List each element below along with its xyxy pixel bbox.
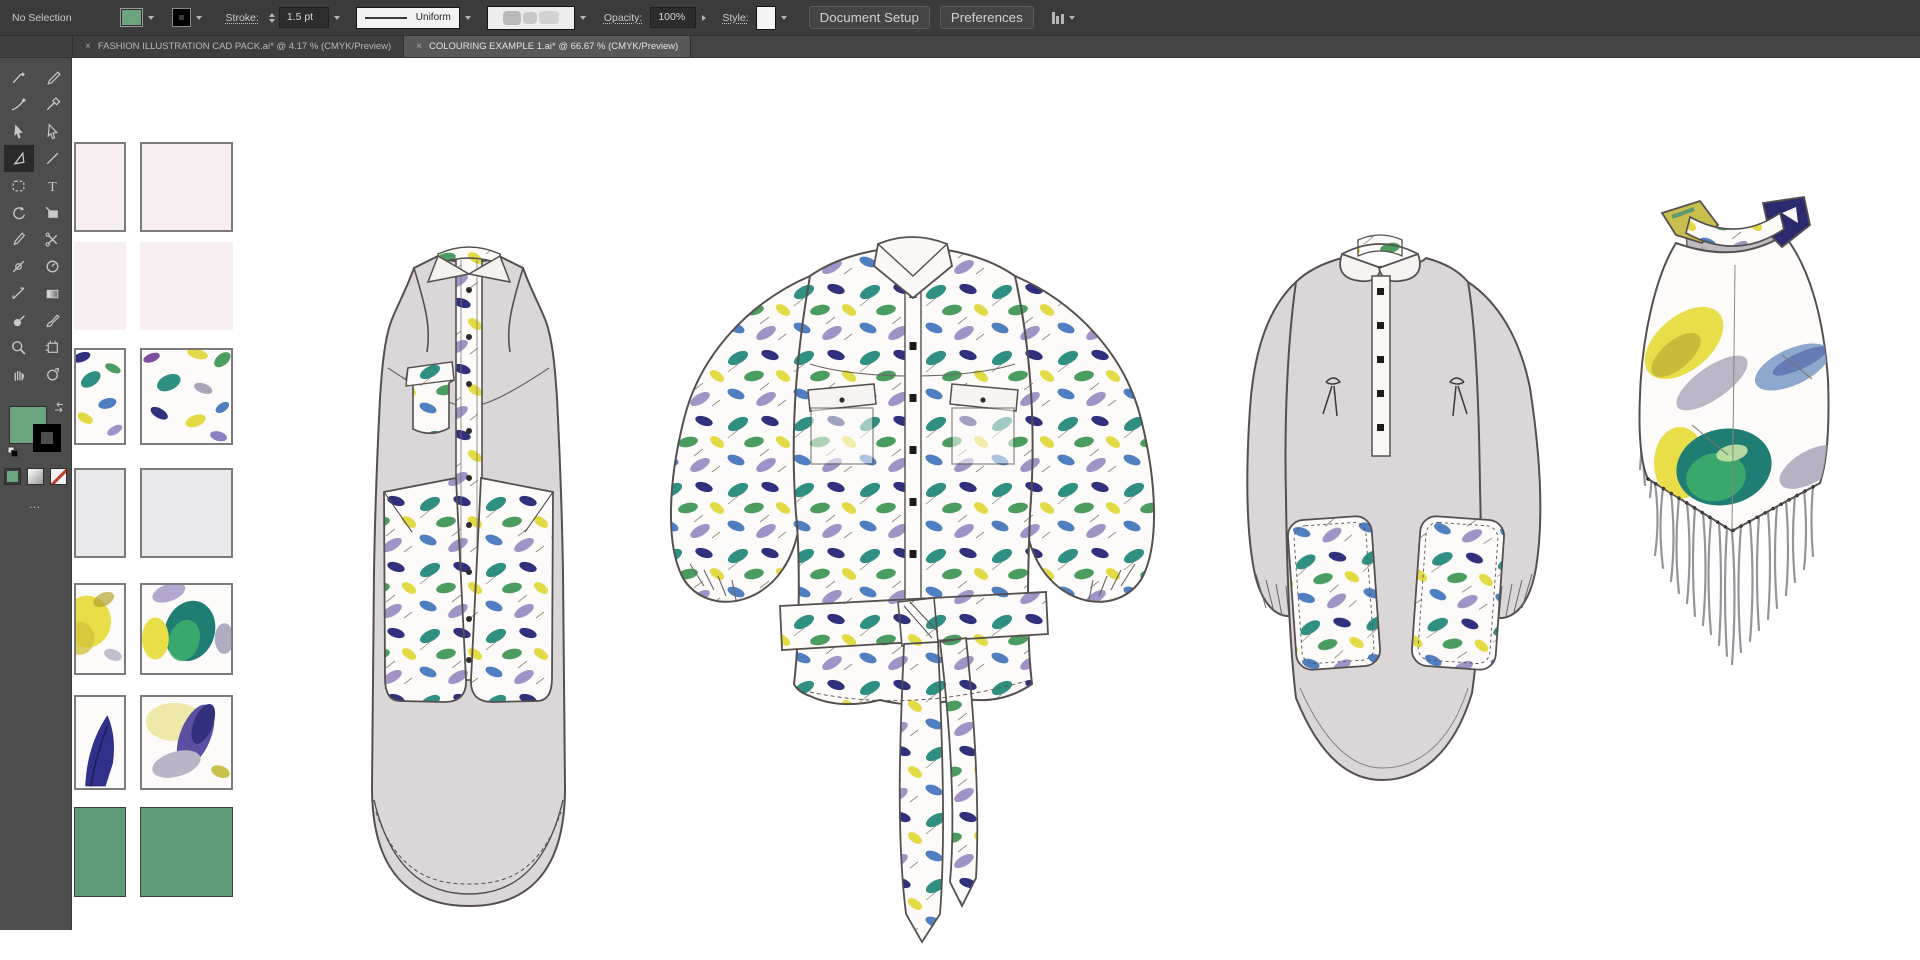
scissors-tool[interactable] <box>38 226 68 253</box>
line-segment-tool[interactable] <box>38 145 68 172</box>
gradient-mode-button[interactable] <box>27 468 44 485</box>
control-bar: No Selection Stroke: 1.5 pt Uniform <box>0 0 1920 36</box>
workspace-switcher[interactable] <box>1052 12 1075 24</box>
preferences-button[interactable]: Preferences <box>940 6 1034 29</box>
rectangle-tool[interactable] <box>4 172 34 199</box>
width-profile-value: Uniform <box>416 12 451 23</box>
document-tab-fashion-cad-pack[interactable]: × FASHION ILLUSTRATION CAD PACK.ai* @ 4.… <box>73 36 404 57</box>
close-tab-icon[interactable]: × <box>85 42 91 52</box>
swatch-solid-green[interactable] <box>74 807 126 897</box>
tab-title: COLOURING EXAMPLE 1.ai* @ 66.67 % (CMYK/… <box>429 41 678 52</box>
width-tool[interactable] <box>4 253 34 280</box>
paintbrush-tool[interactable] <box>38 307 68 334</box>
chevron-down-icon[interactable] <box>781 16 787 20</box>
swatch-grey-texture[interactable] <box>140 468 233 558</box>
garment-fringed-halter-top[interactable] <box>1632 195 1835 667</box>
measure-tool[interactable] <box>4 280 34 307</box>
artboard-tool[interactable] <box>38 334 68 361</box>
stroke-weight-stepper[interactable] <box>269 13 275 23</box>
fill-color-swatch[interactable] <box>120 8 143 27</box>
lasso-tool[interactable] <box>4 145 34 172</box>
none-mode-button[interactable] <box>50 468 67 485</box>
uniform-profile-icon <box>365 17 407 19</box>
hand-tool[interactable] <box>4 361 34 388</box>
style-swatch[interactable] <box>756 6 776 30</box>
document-setup-button[interactable]: Document Setup <box>809 6 930 29</box>
fill-stroke-indicator[interactable] <box>7 402 65 458</box>
brush-preview-icon <box>487 6 575 30</box>
selection-tool[interactable] <box>4 118 34 145</box>
opacity-value[interactable]: 100% <box>650 7 696 28</box>
rotate-tool[interactable] <box>4 199 34 226</box>
chevron-right-icon[interactable] <box>702 15 706 21</box>
artboard-canvas[interactable] <box>72 58 1920 960</box>
workspace-icon <box>1052 12 1064 24</box>
chevron-down-icon[interactable] <box>196 16 202 20</box>
default-fill-stroke-icon[interactable] <box>7 446 19 458</box>
stroke-panel-link[interactable]: Stroke: <box>226 12 259 24</box>
path-eraser-tool[interactable] <box>38 91 68 118</box>
document-tab-colouring-example[interactable]: × COLOURING EXAMPLE 1.ai* @ 66.67 % (CMY… <box>404 36 691 57</box>
swatch-large-print[interactable] <box>140 583 233 675</box>
rotate-view-tool[interactable] <box>38 361 68 388</box>
type-tool[interactable]: T <box>38 172 68 199</box>
stroke-color-swatch[interactable] <box>172 8 191 27</box>
eyedropper-tool[interactable] <box>4 226 34 253</box>
swap-fill-stroke-icon[interactable] <box>54 402 65 413</box>
swatch-large-print[interactable] <box>74 583 126 675</box>
width-profile-dropdown[interactable]: Uniform <box>356 7 471 29</box>
illustrator-window: No Selection Stroke: 1.5 pt Uniform <box>0 0 1920 960</box>
opacity-panel-link[interactable]: Opacity: <box>604 12 643 24</box>
swatch-large-print[interactable] <box>140 695 233 790</box>
brush-definition-dropdown[interactable] <box>487 6 586 30</box>
swatch-feather-print[interactable] <box>74 348 126 445</box>
svg-text:T: T <box>48 179 57 194</box>
stroke-proxy[interactable] <box>33 424 61 452</box>
smooth-tool[interactable] <box>4 91 34 118</box>
toolbar-overflow-button[interactable]: … <box>29 497 43 511</box>
chevron-down-icon[interactable] <box>334 16 340 20</box>
gradient-tool[interactable] <box>38 280 68 307</box>
garment-belted-kimono-blouse[interactable] <box>660 214 1165 949</box>
swatch-plain-pink[interactable] <box>74 242 126 330</box>
garment-sleeveless-shirt-dress[interactable] <box>352 228 585 925</box>
chevron-down-icon[interactable] <box>148 16 154 20</box>
document-tab-bar: × FASHION ILLUSTRATION CAD PACK.ai* @ 4.… <box>0 36 1920 58</box>
swatch-plain-pink[interactable] <box>140 242 233 330</box>
swatch-plain-pink[interactable] <box>74 142 126 232</box>
pencil-tool[interactable] <box>38 64 68 91</box>
color-mode-button[interactable] <box>4 468 21 485</box>
tool-palette: T … <box>0 58 72 930</box>
swatch-grey-texture[interactable] <box>74 468 126 558</box>
chevron-down-icon[interactable] <box>465 16 471 20</box>
tab-bar-spacer <box>0 36 73 57</box>
chevron-down-icon[interactable] <box>580 16 586 20</box>
selection-status-label: No Selection <box>12 12 72 24</box>
stroke-weight-value[interactable]: 1.5 pt <box>279 7 329 28</box>
close-tab-icon[interactable]: × <box>416 42 422 52</box>
style-panel-link[interactable]: Style: <box>722 12 748 24</box>
swatch-solid-green[interactable] <box>140 807 233 897</box>
stroke-color-control[interactable] <box>172 8 202 27</box>
zoom-tool[interactable] <box>4 334 34 361</box>
direct-selection-tool[interactable] <box>38 118 68 145</box>
tab-title: FASHION ILLUSTRATION CAD PACK.ai* @ 4.17… <box>98 41 391 52</box>
swatch-plain-pink[interactable] <box>140 142 233 232</box>
shaper-tool[interactable] <box>4 64 34 91</box>
shape-builder-tool[interactable] <box>38 199 68 226</box>
blob-brush-tool[interactable] <box>4 307 34 334</box>
garment-long-sleeve-shirt-dress[interactable] <box>1230 218 1575 808</box>
swatch-feather-print[interactable] <box>140 348 233 445</box>
swatch-large-print[interactable] <box>74 695 126 790</box>
twirl-tool[interactable] <box>38 253 68 280</box>
fill-color-control[interactable] <box>120 8 154 27</box>
chevron-down-icon[interactable] <box>1069 16 1075 20</box>
